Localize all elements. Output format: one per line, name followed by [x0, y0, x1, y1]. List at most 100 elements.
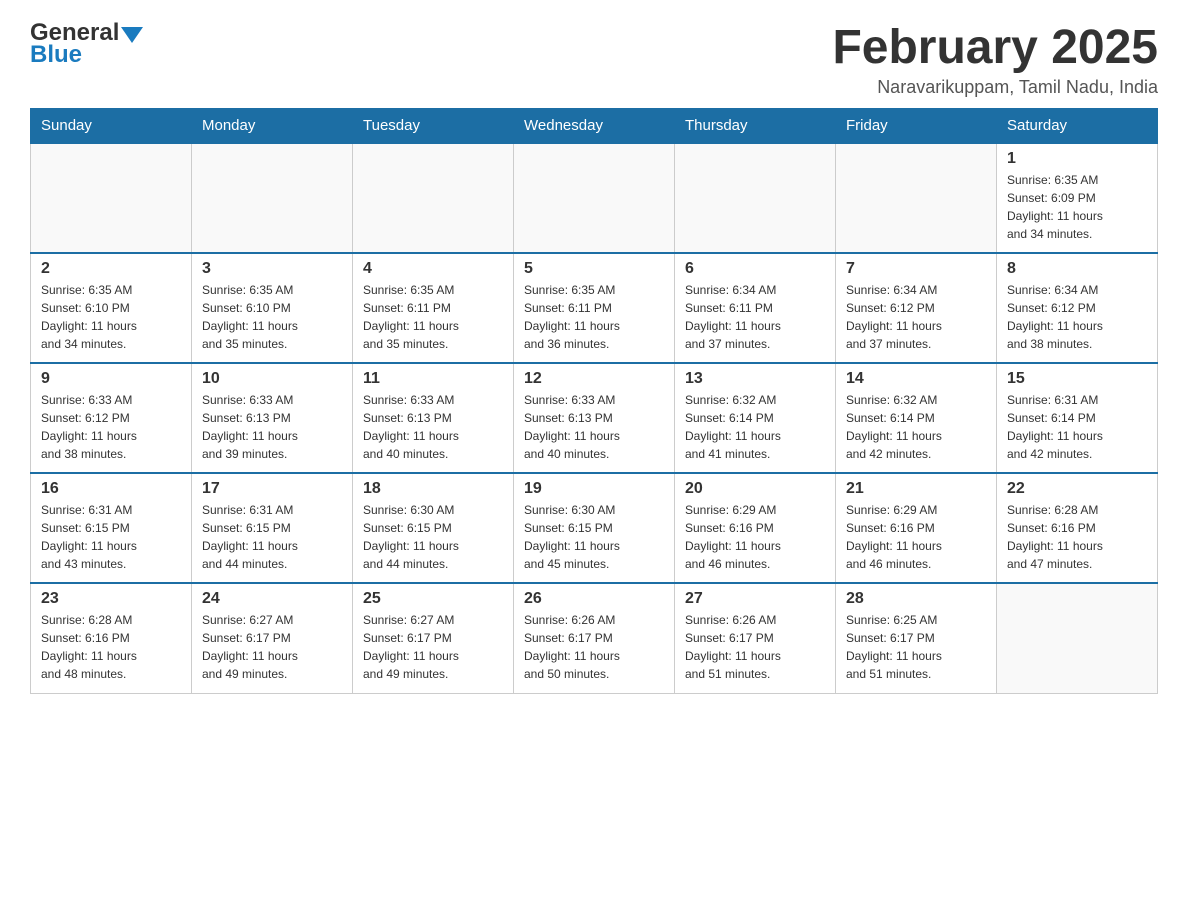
day-info: Sunrise: 6:34 AM Sunset: 6:12 PM Dayligh…: [1007, 281, 1147, 353]
location: Naravarikuppam, Tamil Nadu, India: [832, 77, 1158, 98]
table-row: 14Sunrise: 6:32 AM Sunset: 6:14 PM Dayli…: [836, 363, 997, 473]
calendar-week-row: 16 Sunrise: 6:31 AM Sunset: 6:15 PM Dayli…: [31, 473, 1158, 583]
col-wednesday: Wednesday: [514, 109, 675, 144]
table-row: 21 Sunrise: 6:29 AM Sunset: 6:16 PM Dayli…: [836, 473, 997, 583]
day-info: Sunrise: 6:35 AM Sunset: 6:09 PM Dayligh…: [1007, 171, 1147, 243]
day-info: Sunrise: 6:29 AM Sunset: 6:16 PM Dayligh…: [846, 501, 986, 573]
day-info: Sunrise: 6:34 AM Sunset: 6:11 PM Dayligh…: [685, 281, 825, 353]
table-row: 22 Sunrise: 6:28 AM Sunset: 6:16 PM Dayli…: [997, 473, 1158, 583]
day-info: Sunrise: 6:27 AM Sunset: 6:17 PM Dayligh…: [363, 611, 503, 683]
month-title: February 2025: [832, 20, 1158, 75]
day-info: Sunrise: 6:34 AM Sunset: 6:12 PM Dayligh…: [846, 281, 986, 353]
day-number: 5: [524, 260, 664, 278]
col-monday: Monday: [192, 109, 353, 144]
table-row: 12 Sunrise: 6:33 AM Sunset: 6:13 PM Dayli…: [514, 363, 675, 473]
logo-arrow-icon: [121, 27, 143, 43]
day-number: 10: [202, 370, 342, 388]
col-saturday: Saturday: [997, 109, 1158, 144]
day-number: 12: [524, 370, 664, 388]
day-info: Sunrise: 6:28 AM Sunset: 6:16 PM Dayligh…: [41, 611, 181, 683]
day-number: 19: [524, 480, 664, 498]
table-row: 10Sunrise: 6:33 AM Sunset: 6:13 PM Dayli…: [192, 363, 353, 473]
table-row: 4Sunrise: 6:35 AM Sunset: 6:11 PM Daylig…: [353, 253, 514, 363]
table-row: [675, 143, 836, 253]
table-row: 17 Sunrise: 6:31 AM Sunset: 6:15 PM Dayli…: [192, 473, 353, 583]
table-row: 25 Sunrise: 6:27 AM Sunset: 6:17 PM Dayli…: [353, 583, 514, 693]
day-info: Sunrise: 6:33 AM Sunset: 6:13 PM Dayligh…: [524, 391, 664, 463]
table-row: [31, 143, 192, 253]
day-info: Sunrise: 6:32 AM Sunset: 6:14 PM Dayligh…: [846, 391, 986, 463]
table-row: 18 Sunrise: 6:30 AM Sunset: 6:15 PM Dayli…: [353, 473, 514, 583]
day-info: Sunrise: 6:35 AM Sunset: 6:11 PM Dayligh…: [524, 281, 664, 353]
table-row: 26 Sunrise: 6:26 AM Sunset: 6:17 PM Dayli…: [514, 583, 675, 693]
day-number: 27: [685, 590, 825, 608]
day-number: 28: [846, 590, 986, 608]
day-info: Sunrise: 6:27 AM Sunset: 6:17 PM Dayligh…: [202, 611, 342, 683]
day-info: Sunrise: 6:33 AM Sunset: 6:12 PM Dayligh…: [41, 391, 181, 463]
day-number: 17: [202, 480, 342, 498]
logo: General Blue: [30, 20, 143, 69]
title-block: February 2025 Naravarikuppam, Tamil Nadu…: [832, 20, 1158, 98]
table-row: 19 Sunrise: 6:30 AM Sunset: 6:15 PM Dayli…: [514, 473, 675, 583]
day-info: Sunrise: 6:30 AM Sunset: 6:15 PM Dayligh…: [524, 501, 664, 573]
day-info: Sunrise: 6:31 AM Sunset: 6:15 PM Dayligh…: [202, 501, 342, 573]
day-info: Sunrise: 6:29 AM Sunset: 6:16 PM Dayligh…: [685, 501, 825, 573]
col-sunday: Sunday: [31, 109, 192, 144]
calendar-header-row: Sunday Monday Tuesday Wednesday Thursday…: [31, 109, 1158, 144]
day-info: Sunrise: 6:32 AM Sunset: 6:14 PM Dayligh…: [685, 391, 825, 463]
table-row: 8 Sunrise: 6:34 AM Sunset: 6:12 PM Daylig…: [997, 253, 1158, 363]
day-number: 16: [41, 480, 181, 498]
day-number: 15: [1007, 370, 1147, 388]
day-info: Sunrise: 6:35 AM Sunset: 6:10 PM Dayligh…: [202, 281, 342, 353]
calendar-week-row: 1 Sunrise: 6:35 AM Sunset: 6:09 PM Daylig…: [31, 143, 1158, 253]
day-number: 22: [1007, 480, 1147, 498]
table-row: 11 Sunrise: 6:33 AM Sunset: 6:13 PM Dayli…: [353, 363, 514, 473]
table-row: 20Sunrise: 6:29 AM Sunset: 6:16 PM Dayli…: [675, 473, 836, 583]
calendar-week-row: 9 Sunrise: 6:33 AM Sunset: 6:12 PM Daylig…: [31, 363, 1158, 473]
day-number: 13: [685, 370, 825, 388]
calendar-table: Sunday Monday Tuesday Wednesday Thursday…: [30, 108, 1158, 694]
table-row: 3 Sunrise: 6:35 AM Sunset: 6:10 PM Daylig…: [192, 253, 353, 363]
day-info: Sunrise: 6:30 AM Sunset: 6:15 PM Dayligh…: [363, 501, 503, 573]
table-row: 6Sunrise: 6:34 AM Sunset: 6:11 PM Daylig…: [675, 253, 836, 363]
day-number: 21: [846, 480, 986, 498]
table-row: 16 Sunrise: 6:31 AM Sunset: 6:15 PM Dayli…: [31, 473, 192, 583]
table-row: 23 Sunrise: 6:28 AM Sunset: 6:16 PM Dayli…: [31, 583, 192, 693]
table-row: 27 Sunrise: 6:26 AM Sunset: 6:17 PM Dayli…: [675, 583, 836, 693]
table-row: [192, 143, 353, 253]
calendar-week-row: 23 Sunrise: 6:28 AM Sunset: 6:16 PM Dayli…: [31, 583, 1158, 693]
day-number: 18: [363, 480, 503, 498]
col-thursday: Thursday: [675, 109, 836, 144]
day-info: Sunrise: 6:26 AM Sunset: 6:17 PM Dayligh…: [524, 611, 664, 683]
calendar-week-row: 2Sunrise: 6:35 AM Sunset: 6:10 PM Daylig…: [31, 253, 1158, 363]
day-number: 1: [1007, 150, 1147, 168]
day-info: Sunrise: 6:31 AM Sunset: 6:15 PM Dayligh…: [41, 501, 181, 573]
table-row: 2Sunrise: 6:35 AM Sunset: 6:10 PM Daylig…: [31, 253, 192, 363]
day-number: 9: [41, 370, 181, 388]
table-row: [514, 143, 675, 253]
day-number: 11: [363, 370, 503, 388]
table-row: 5 Sunrise: 6:35 AM Sunset: 6:11 PM Daylig…: [514, 253, 675, 363]
table-row: 7 Sunrise: 6:34 AM Sunset: 6:12 PM Daylig…: [836, 253, 997, 363]
table-row: 1 Sunrise: 6:35 AM Sunset: 6:09 PM Daylig…: [997, 143, 1158, 253]
day-info: Sunrise: 6:31 AM Sunset: 6:14 PM Dayligh…: [1007, 391, 1147, 463]
day-info: Sunrise: 6:26 AM Sunset: 6:17 PM Dayligh…: [685, 611, 825, 683]
day-number: 3: [202, 260, 342, 278]
table-row: 28Sunrise: 6:25 AM Sunset: 6:17 PM Dayli…: [836, 583, 997, 693]
day-info: Sunrise: 6:28 AM Sunset: 6:16 PM Dayligh…: [1007, 501, 1147, 573]
day-number: 24: [202, 590, 342, 608]
table-row: 9 Sunrise: 6:33 AM Sunset: 6:12 PM Daylig…: [31, 363, 192, 473]
day-number: 23: [41, 590, 181, 608]
col-tuesday: Tuesday: [353, 109, 514, 144]
page-header: General Blue February 2025 Naravarikuppa…: [30, 20, 1158, 98]
day-info: Sunrise: 6:33 AM Sunset: 6:13 PM Dayligh…: [363, 391, 503, 463]
table-row: 13 Sunrise: 6:32 AM Sunset: 6:14 PM Dayli…: [675, 363, 836, 473]
table-row: 15 Sunrise: 6:31 AM Sunset: 6:14 PM Dayli…: [997, 363, 1158, 473]
day-number: 25: [363, 590, 503, 608]
day-number: 26: [524, 590, 664, 608]
day-number: 8: [1007, 260, 1147, 278]
day-number: 4: [363, 260, 503, 278]
table-row: [353, 143, 514, 253]
day-number: 7: [846, 260, 986, 278]
table-row: [836, 143, 997, 253]
